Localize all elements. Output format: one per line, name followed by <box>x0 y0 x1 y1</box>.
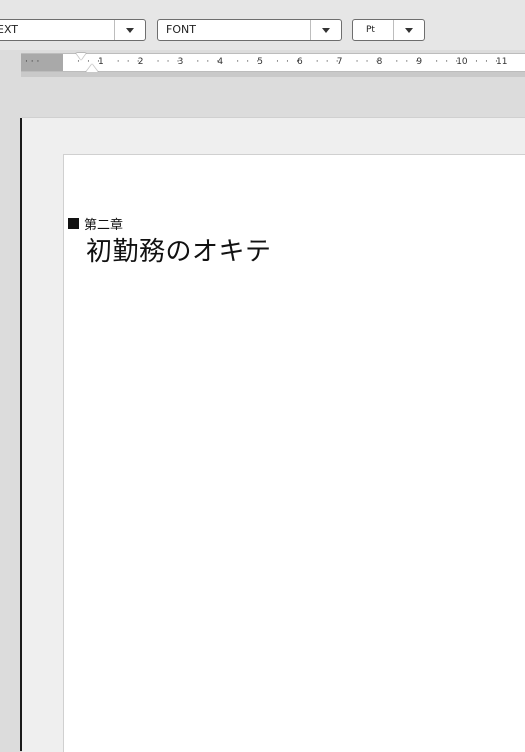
ruler-left-dots: · · · <box>25 57 40 67</box>
ruler-dot: · <box>176 57 180 67</box>
chapter-label: 第二章 <box>84 217 124 233</box>
ruler-dot: · <box>126 57 130 67</box>
font-size-dropdown[interactable]: Pt <box>352 19 425 41</box>
black-square-icon <box>68 217 79 229</box>
paragraph-style-dropdown[interactable]: EXT <box>0 19 146 41</box>
ruler-dot: · <box>315 57 319 67</box>
ruler-dot: · <box>276 57 279 67</box>
ruler-dot: · <box>395 57 399 67</box>
ruler-dot: · <box>355 57 359 67</box>
horizontal-ruler[interactable]: · · · 1 · · · 2 · · · 3 · · · 4 · · · 5 · · · 6 · · · 7 · · · 8 · · · 9 ·… <box>21 53 525 72</box>
ruler-dot: · <box>236 57 240 67</box>
paragraph-style-value: EXT <box>0 23 19 36</box>
ruler-dot: · <box>365 57 369 67</box>
ruler-dot: · <box>445 57 449 67</box>
ruler-dot: · <box>435 57 439 67</box>
formatting-toolbar: EXT FONT Pt <box>0 0 525 50</box>
ruler-dot: · <box>495 57 498 67</box>
ruler-dot: · <box>196 57 200 67</box>
ruler-dot: · <box>116 57 120 67</box>
ruler-dot: · <box>296 57 299 67</box>
ruler-dot: · <box>216 57 220 67</box>
ruler-dot: · <box>405 57 409 67</box>
chevron-down-icon[interactable] <box>393 20 424 40</box>
font-name-dropdown[interactable]: FONT <box>157 19 342 41</box>
ruler-dot: · <box>206 57 210 67</box>
ruler-dot: · <box>485 57 488 67</box>
ruler-shadow <box>21 72 525 77</box>
ruler-dot: · <box>335 57 339 67</box>
ruler-dot: · <box>415 57 419 67</box>
ruler-dot: · <box>156 57 160 67</box>
ruler-dot: · <box>475 57 478 67</box>
first-line-indent-marker-icon[interactable] <box>76 53 86 60</box>
chevron-down-icon[interactable] <box>114 20 145 40</box>
ruler-dot: · <box>256 57 260 67</box>
ruler-dot: · <box>246 57 250 67</box>
ruler-dot: · <box>166 57 170 67</box>
font-name-value: FONT <box>166 23 196 36</box>
ruler-dot: · <box>325 57 329 67</box>
ruler-dot: · <box>286 57 289 67</box>
font-size-value: Pt <box>366 25 375 35</box>
ruler-dot: · <box>455 57 459 67</box>
ruler-dot: · <box>136 57 140 67</box>
ruler-dot: · <box>375 57 379 67</box>
hanging-indent-marker-icon[interactable] <box>86 64 98 72</box>
chapter-heading-line[interactable]: 第二章 <box>68 214 124 233</box>
chapter-title[interactable]: 初勤務のオキテ <box>86 234 272 270</box>
chevron-down-icon[interactable] <box>310 20 341 40</box>
